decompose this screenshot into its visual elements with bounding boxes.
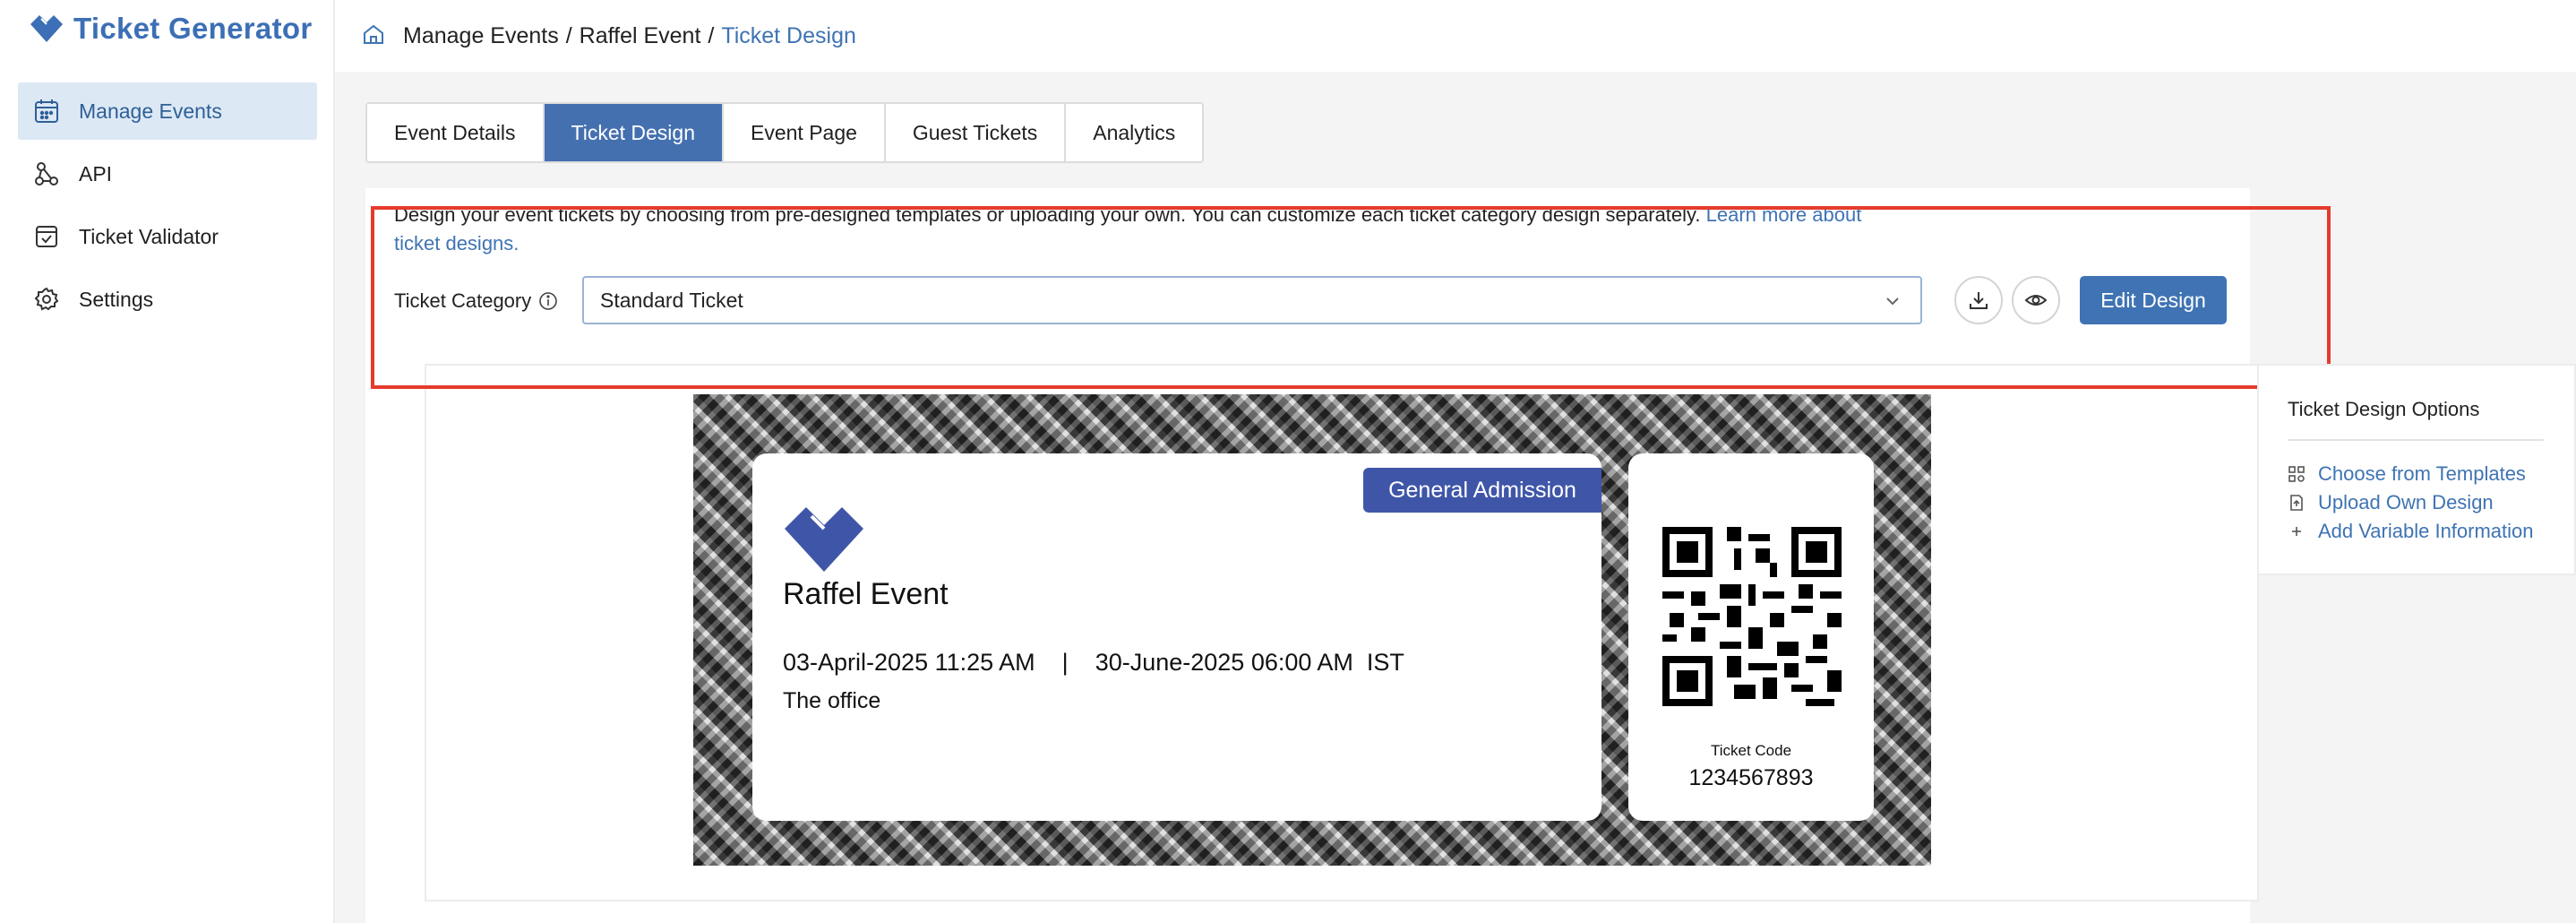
upload-file-icon xyxy=(2290,495,2303,511)
breadcrumb: Manage Events / Raffel Event / Ticket De… xyxy=(403,23,856,49)
selected-category: Standard Ticket xyxy=(600,288,743,312)
app-logo[interactable]: Ticket Generator xyxy=(29,9,312,48)
gear-icon xyxy=(32,285,61,314)
option-label: Choose from Templates xyxy=(2318,462,2526,485)
options-divider xyxy=(2288,439,2544,441)
info-icon[interactable] xyxy=(538,291,558,311)
download-button[interactable] xyxy=(1954,276,2003,324)
calendar-icon xyxy=(32,97,61,125)
tab-analytics[interactable]: Analytics xyxy=(1066,104,1202,161)
category-label-text: Ticket Category xyxy=(394,289,532,312)
sidebar-item-settings[interactable]: Settings xyxy=(18,271,317,328)
choose-templates-link[interactable]: Choose from Templates xyxy=(2288,462,2526,486)
edit-design-button[interactable]: Edit Design xyxy=(2080,276,2227,324)
option-label: Upload Own Design xyxy=(2318,491,2494,513)
design-description: Design your event tickets by choosing fr… xyxy=(394,201,1863,258)
ticket-event-venue: The office xyxy=(783,688,881,713)
ticket-category-select[interactable]: Standard Ticket xyxy=(582,276,1922,324)
sidebar-item-label: Ticket Validator xyxy=(79,224,219,248)
tab-guest-tickets[interactable]: Guest Tickets xyxy=(886,104,1067,161)
sidebar-item-label: API xyxy=(79,161,113,185)
admission-badge: General Admission xyxy=(1363,468,1601,513)
api-nodes-icon xyxy=(32,160,61,188)
eye-icon xyxy=(2024,295,2048,306)
download-icon xyxy=(1970,292,1988,309)
option-label: Add Variable Information xyxy=(2318,520,2534,542)
ticket-category-row: Ticket Category Standard Ticket Edit Des… xyxy=(394,276,2227,326)
sidebar-item-api[interactable]: API xyxy=(18,145,317,203)
chevron-down-icon xyxy=(1886,298,1899,306)
event-tabs: Event Details Ticket Design Event Page G… xyxy=(365,102,1205,163)
home-icon[interactable] xyxy=(362,22,385,50)
breadcrumb-manage-events[interactable]: Manage Events xyxy=(403,23,559,49)
tab-ticket-design[interactable]: Ticket Design xyxy=(544,104,724,161)
breadcrumb-separator: / xyxy=(708,22,715,48)
ticket-brand-icon xyxy=(785,507,863,572)
ticket-code-value: 1234567893 xyxy=(1688,765,1814,790)
ticket-event-dates: 03-April-2025 11:25 AM | 30-June-2025 06… xyxy=(783,649,1404,676)
ticket-code-label: Ticket Code xyxy=(1710,742,1792,759)
ticket-event-title: Raffel Event xyxy=(783,577,949,611)
upload-design-link[interactable]: Upload Own Design xyxy=(2288,491,2494,514)
options-title: Ticket Design Options xyxy=(2288,398,2480,420)
ticket-logo-icon xyxy=(30,15,63,42)
add-variable-info-link[interactable]: Add Variable Information xyxy=(2288,520,2534,543)
template-icon xyxy=(2288,466,2305,482)
ticket-check-icon xyxy=(32,222,61,251)
description-text: Design your event tickets by choosing fr… xyxy=(394,203,1706,226)
app-name: Ticket Generator xyxy=(73,12,313,45)
ticket-category-label: Ticket Category xyxy=(394,289,558,313)
breadcrumb-event[interactable]: Raffel Event xyxy=(580,23,701,49)
top-header: Manage Events / Raffel Event / Ticket De… xyxy=(335,0,2576,72)
sidebar-item-label: Manage Events xyxy=(79,99,222,123)
sidebar-item-ticket-validator[interactable]: Ticket Validator xyxy=(18,208,317,265)
sidebar-item-label: Settings xyxy=(79,287,154,311)
sidebar: Ticket Generator Manage Events API Ticke… xyxy=(0,0,335,923)
preview-button[interactable] xyxy=(2012,276,2060,324)
breadcrumb-current: Ticket Design xyxy=(721,22,856,48)
ticket-design-options-panel: Ticket Design Options Choose from Templa… xyxy=(2257,364,2576,575)
plus-icon xyxy=(2292,527,2301,536)
sidebar-item-manage-events[interactable]: Manage Events xyxy=(18,82,317,140)
tab-event-details[interactable]: Event Details xyxy=(367,104,545,161)
qr-code xyxy=(1662,527,1842,706)
tab-event-page[interactable]: Event Page xyxy=(724,104,886,161)
breadcrumb-separator: / xyxy=(565,22,572,48)
